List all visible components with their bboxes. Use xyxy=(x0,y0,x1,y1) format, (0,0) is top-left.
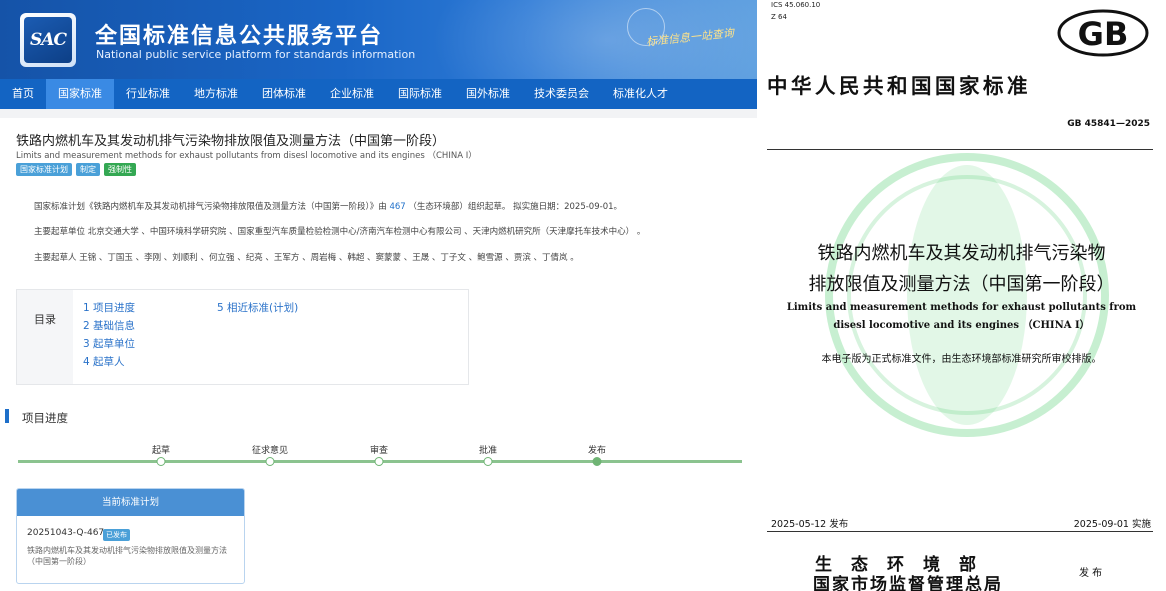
classification-code: Z 64 xyxy=(771,13,787,21)
electronic-version-note: 本电子版为正式标准文件，由生态环境部标准研究所审校排版。 xyxy=(821,354,1102,365)
plan-info-line: 国家标准计划《铁路内燃机车及其发动机排气污染物排放限值及测量方法（中国第一阶段）… xyxy=(34,200,622,212)
step-dot-comment xyxy=(265,457,275,466)
standard-document-cover: ICS 45.060.10 Z 64 GB 中华人民共和国国家标准 GB 458… xyxy=(757,0,1166,591)
nav-item-international[interactable]: 国际标准 xyxy=(386,79,454,109)
standard-title-en: Limits and measurement methods for exhau… xyxy=(16,151,477,161)
doc-title-cn-line1: 铁路内燃机车及其发动机排气污染物 xyxy=(817,243,1106,264)
step-label-approve: 批准 xyxy=(478,446,498,456)
standard-number: GB 45841—2025 xyxy=(1067,119,1150,129)
gb-logo-text: GB xyxy=(1078,15,1129,53)
plan-card-header: 当前标准计划 xyxy=(17,489,244,516)
nav-item-committee[interactable]: 技术委员会 xyxy=(522,79,601,109)
toc-item-drafting-units[interactable]: 3 起草单位 xyxy=(83,336,135,351)
nav-item-group[interactable]: 团体标准 xyxy=(250,79,318,109)
tc-link[interactable]: 467 xyxy=(389,202,405,212)
nav-item-foreign[interactable]: 国外标准 xyxy=(454,79,522,109)
toc-item-similar[interactable]: 5 相近标准(计划) xyxy=(217,300,298,315)
issuer-line2: 国家市场监督管理总局 xyxy=(813,575,1003,591)
standard-title: 铁路内燃机车及其发动机排气污染物排放限值及测量方法（中国第一阶段） xyxy=(16,134,446,149)
doc-title-en-line2: disesl locomotive and its engines （CHINA… xyxy=(833,320,1090,331)
step-dot-draft xyxy=(156,457,166,466)
gb-logo-icon: GB xyxy=(1057,9,1149,57)
issue-word: 发 布 xyxy=(1079,568,1103,579)
step-dot-approve xyxy=(483,457,493,466)
bottom-rule xyxy=(767,531,1153,532)
implement-date: 2025-09-01 实施 xyxy=(1073,519,1151,530)
nav-item-home[interactable]: 首页 xyxy=(0,79,46,109)
toc-label: 目录 xyxy=(34,313,56,326)
badge-mandatory: 强制性 xyxy=(104,163,136,176)
site-subtitle: National public service platform for sta… xyxy=(96,48,416,61)
plan-name-line2: （中国第一阶段） xyxy=(27,557,91,566)
site-header: SAC 全国标准信息公共服务平台 National public service… xyxy=(0,0,757,79)
nav-item-enterprise[interactable]: 企业标准 xyxy=(318,79,386,109)
publish-date: 2025-05-12 发布 xyxy=(771,519,849,530)
standard-badges: 国家标准计划 制定 强制性 xyxy=(16,163,136,176)
step-label-publish: 发布 xyxy=(587,446,607,456)
national-standard-heading: 中华人民共和国国家标准 xyxy=(767,74,1031,98)
badge-type: 制定 xyxy=(76,163,100,176)
drafting-units: 主要起草单位 北京交通大学 、中国环境科学研究院 、国家重型汽车质量检验检测中心… xyxy=(34,227,646,237)
step-dot-publish xyxy=(592,457,602,466)
site-logo[interactable]: SAC xyxy=(20,13,76,67)
toc-item-drafters[interactable]: 4 起草人 xyxy=(83,354,125,369)
section-marker xyxy=(5,409,9,423)
toc-item-basic-info[interactable]: 2 基础信息 xyxy=(83,318,135,333)
step-label-comment: 征求意见 xyxy=(251,446,289,456)
doc-title-cn-line2: 排放限值及测量方法（中国第一阶段） xyxy=(808,274,1115,295)
badge-plan: 国家标准计划 xyxy=(16,163,72,176)
standard-detail-panel: 铁路内燃机车及其发动机排气污染物排放限值及测量方法（中国第一阶段） Limits… xyxy=(0,118,757,591)
table-of-contents: 目录 1 项目进度 2 基础信息 3 起草单位 4 起草人 5 相近标准(计划) xyxy=(16,289,469,385)
plan-info-text: 国家标准计划《铁路内燃机车及其发动机排气污染物排放限值及测量方法（中国第一阶段）… xyxy=(34,202,387,212)
screenshot-root: SAC 全国标准信息公共服务平台 National public service… xyxy=(0,0,1166,591)
nav-item-local[interactable]: 地方标准 xyxy=(182,79,250,109)
plan-code[interactable]: 20251043-Q-467 xyxy=(27,528,104,538)
current-plan-card[interactable]: 当前标准计划 20251043-Q-467 已发布 铁路内燃机车及其发动机排气污… xyxy=(16,488,245,584)
standards-website: SAC 全国标准信息公共服务平台 National public service… xyxy=(0,0,757,591)
plan-info-date: （生态环境部）组织起草。 拟实施日期：2025-09-01。 xyxy=(408,202,623,212)
toc-item-progress[interactable]: 1 项目进度 xyxy=(83,300,135,315)
ics-code: ICS 45.060.10 xyxy=(771,1,821,9)
plan-status-badge: 已发布 xyxy=(103,529,130,541)
plan-name-line1: 铁路内燃机车及其发动机排气污染物排放限值及测量方法 xyxy=(27,546,227,555)
nav-item-talent[interactable]: 标准化人才 xyxy=(601,79,680,109)
progress-title: 项目进度 xyxy=(22,411,68,425)
doc-title-en-line1: Limits and measurement methods for exhau… xyxy=(786,302,1137,313)
step-label-draft: 起草 xyxy=(151,446,171,456)
site-title: 全国标准信息公共服务平台 xyxy=(95,24,384,49)
step-label-review: 审查 xyxy=(369,446,389,456)
toc-label-box: 目录 xyxy=(17,290,73,384)
step-dot-review xyxy=(374,457,384,466)
main-nav: 首页 国家标准 行业标准 地方标准 团体标准 企业标准 国际标准 国外标准 技术… xyxy=(0,79,757,109)
nav-item-national[interactable]: 国家标准 xyxy=(46,79,114,109)
drafters: 主要起草人 王锦 、丁国玉 、李刚 、刘顺利 、何立强 、纪亮 、王军方 、周岩… xyxy=(34,253,579,263)
logo-text: SAC xyxy=(24,17,72,63)
nav-item-industry[interactable]: 行业标准 xyxy=(114,79,182,109)
